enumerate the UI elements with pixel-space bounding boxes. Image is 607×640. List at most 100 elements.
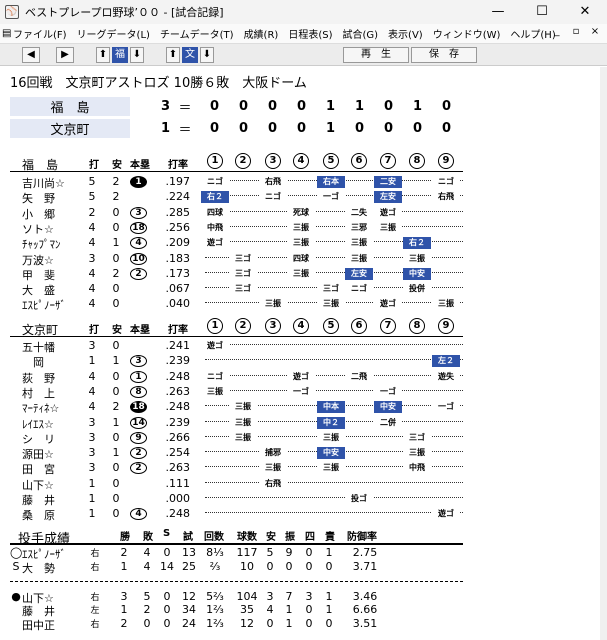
hits: 0 (112, 492, 120, 505)
batter-row[interactable]: 吉川尚☆ 5 2 1 .197 ニゴ 右飛 右本 二安 ニゴ (0, 175, 600, 190)
play-result: 三振 (287, 237, 315, 250)
home-runs: 18 (130, 221, 147, 234)
pitcher-np: 12 (240, 617, 254, 630)
inning-score: 0 (383, 98, 394, 114)
hits: 2 (112, 266, 120, 280)
batter-row[interactable]: 源田☆ 3 1 2 .254 捕邪 中安 三振 (0, 446, 600, 461)
batter-row[interactable]: ｴｽﾋﾟﾉｰｻﾞ 4 0 .040 三振 三振 遊ゴ 三振 (0, 297, 600, 312)
maximize-button[interactable]: ☐ (520, 0, 564, 24)
batter-name: ソト☆ (22, 222, 54, 236)
menu-window[interactable]: ウィンドウ(W) (428, 26, 506, 41)
play-button[interactable]: 再 生 (343, 47, 409, 63)
batter-row[interactable]: 矢 野 5 2 .224 右２ ニゴ 一ゴ 左安 右飛 (0, 190, 600, 205)
team1-up-button[interactable]: ⬆ (96, 47, 110, 63)
mdi-restore-button[interactable]: ▫ (569, 26, 583, 37)
prev-game-button[interactable]: ◀ (22, 47, 40, 63)
menu-view[interactable]: 表示(V) (383, 26, 428, 41)
save-button[interactable]: 保 存 (411, 47, 477, 63)
batter-row[interactable]: 万波☆ 3 0 10 .183 三ゴ 四球 三振 三振 (0, 251, 600, 267)
play-result: 一ゴ (432, 401, 460, 414)
home-runs: 2 (130, 267, 147, 280)
minimize-button[interactable]: — (476, 0, 520, 24)
play-result: 捕邪 (259, 447, 287, 460)
play-result: 三振 (287, 221, 315, 234)
pitcher-s: 0 (163, 617, 171, 630)
mdi-minimize-button[interactable]: _ (550, 26, 564, 37)
batter-row[interactable]: シ リ 3 0 9 .266 三振 三振 三ゴ (0, 430, 600, 446)
pitcher-row[interactable]: S大 勢右 1 4 14 25 ⅔ 10 0 0 0 0 3.71 (0, 560, 600, 575)
menu-file[interactable]: ファイル(F) (8, 26, 72, 41)
pitcher-hand: 右 (90, 620, 100, 630)
at-bats: 1 (88, 492, 96, 505)
title-bar: ⚾ ベストプレープロ野球’００ - [試合記録] — ☐ ✕ (0, 0, 607, 24)
play-result: 三振 (403, 252, 431, 265)
team1-down-button[interactable]: ⬇ (130, 47, 144, 63)
menu-game[interactable]: 試合(G) (337, 26, 383, 41)
batter-row[interactable]: ﾏｰﾃｨﾈ☆ 4 2 18 .248 三振 中本 中安 一ゴ (0, 400, 600, 415)
pitcher-row[interactable]: ● 山下☆ 右 3 5 0 12 5⅔ 104 3 7 3 1 3.46 (0, 590, 600, 605)
at-bats: 2 (88, 205, 96, 219)
play-result: 遊ゴ (287, 370, 315, 383)
inning-score: 0 (238, 120, 249, 136)
play-result: 一ゴ (317, 191, 345, 204)
mdi-close-button[interactable]: × (588, 26, 602, 37)
batter-row[interactable]: 小 郷 2 0 3 .285 四球 死球 二失 遊ゴ (0, 205, 600, 221)
batter-row[interactable]: 大 盛 4 0.067 三ゴ 三ゴ ニゴ 投併 (0, 282, 600, 298)
pitcher-s: 14 (160, 560, 174, 573)
close-button[interactable]: ✕ (563, 0, 607, 24)
batter-row[interactable]: 甲 斐 4 2 2 .173 三ゴ 三振 左安 中安 (0, 266, 600, 282)
inning-score: 0 (267, 98, 278, 114)
team2-up-button[interactable]: ⬆ (166, 47, 180, 63)
batter-row[interactable]: 荻 野 4 0 1 .248 ニゴ 遊ゴ 二飛 遊失 (0, 370, 600, 385)
batter-row[interactable]: 山下☆ 1 0 .111 右飛 (0, 476, 600, 492)
team2-select-button[interactable]: 文 (182, 47, 198, 63)
inning-label: 9 (438, 318, 454, 334)
at-bats: 3 (88, 251, 96, 265)
batter-name: ﾁｬｯﾌﾟﾏﾝ (22, 238, 61, 252)
batter-row[interactable]: 岡 1 1 3.239 左２ (0, 354, 600, 370)
at-bats: 1 (88, 476, 96, 490)
pitcher-er: 1 (325, 603, 333, 616)
batter-row[interactable]: 藤 井 1 0 .000 投ゴ (0, 492, 600, 507)
col-ab: 打 (89, 325, 99, 336)
batting-average: .266 (165, 430, 191, 444)
play-result: ニゴ (345, 283, 373, 296)
menu-league[interactable]: リーグデータ(L) (72, 26, 155, 41)
batter-row[interactable]: 五十幡 3 0 .241 遊ゴ (0, 339, 600, 354)
batter-name: 大 盛 (22, 284, 55, 298)
play-result: ニゴ (201, 370, 229, 383)
linescore-team: 福 島 (10, 96, 130, 116)
batter-row[interactable]: 村 上 4 0 8 .263 三振 一ゴ 一ゴ (0, 384, 600, 400)
pitcher-l: 5 (143, 590, 151, 603)
batter-row[interactable]: 田 宮 3 0 2 .263 三振 三振 中飛 (0, 461, 600, 476)
menu-stats[interactable]: 成績(R) (239, 26, 284, 41)
vertical-scrollbar[interactable] (600, 67, 607, 640)
game-title: 16回戦 文京町アストロズ 10勝６敗 大阪ドーム (10, 76, 307, 91)
at-bats: 4 (88, 384, 96, 398)
play-result: 一ゴ (374, 385, 402, 398)
batter-name: 五十幡 (22, 341, 55, 354)
play-result: 死球 (287, 206, 315, 219)
batter-row[interactable]: ﾁｬｯﾌﾟﾏﾝ 4 1 4.209 遊ゴ 三振 三振 右２ (0, 236, 600, 252)
team1-select-button[interactable]: 福 (112, 47, 128, 63)
menu-schedule[interactable]: 日程表(S) (283, 26, 337, 41)
batting-average: .239 (165, 415, 191, 429)
at-bats: 4 (88, 400, 96, 414)
batter-row[interactable]: ﾚｲｴｽ☆ 3 1 14 .239 三振 中２ 二併 (0, 415, 600, 431)
team2-down-button[interactable]: ⬇ (200, 47, 214, 63)
next-game-button[interactable]: ▶ (56, 47, 74, 63)
pitcher-era: 3.51 (352, 617, 378, 630)
batter-row[interactable]: 桑 原 1 0 4 .248 遊ゴ (0, 507, 600, 522)
pitcher-s: 0 (163, 590, 171, 603)
pitcher-row[interactable]: ◯ ｴｽﾋﾟﾉｰｻﾞ右 2 4 0 13 8⅓ 117 5 9 0 1 2.75 (0, 546, 600, 561)
menu-team[interactable]: チームデータ(T) (155, 26, 239, 41)
linescore-eq: ＝ (178, 122, 192, 138)
batter-row[interactable]: ソト☆ 4 0 18.256 中飛 三振 三邪 三振 (0, 221, 600, 236)
pitcher-row[interactable]: 藤 井左 1 2 0 34 1⅔ 35 4 1 0 1 6.66 (0, 603, 600, 618)
batter-name: 岡 (22, 356, 44, 370)
play-result: ニゴ (259, 191, 287, 204)
pitcher-l: 0 (143, 617, 151, 630)
pitch-col-header: 防御率 (347, 532, 377, 543)
hits: 1 (112, 354, 120, 368)
pitcher-row[interactable]: 田中正右 2 0 0 24 1⅔ 12 0 1 0 0 3.51 (0, 617, 600, 632)
